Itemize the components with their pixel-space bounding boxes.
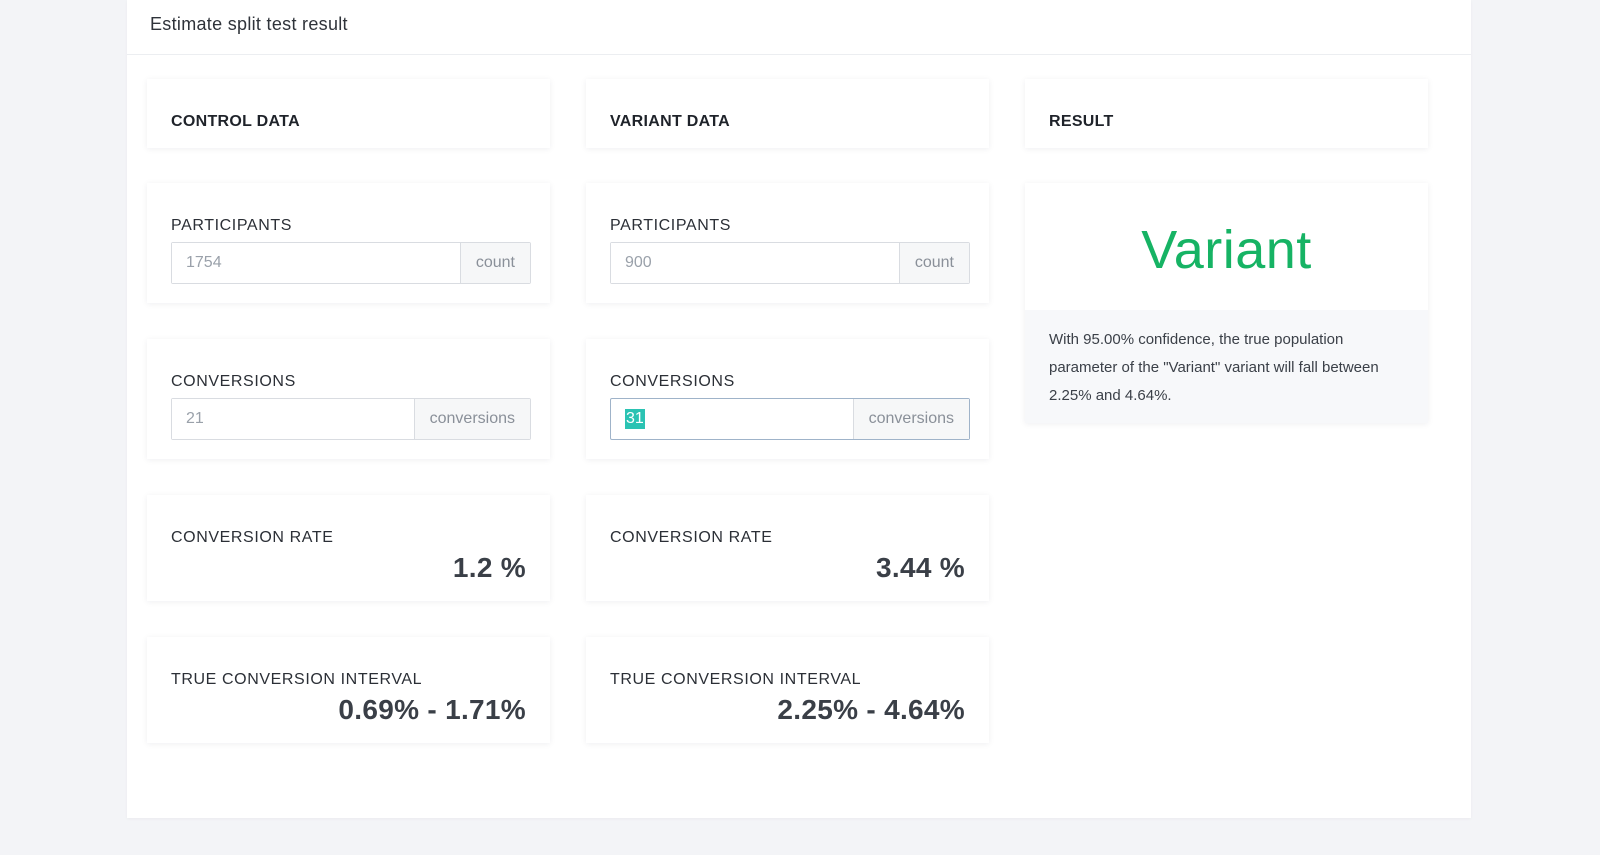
control-participants-label: PARTICIPANTS [171, 217, 292, 234]
control-participants-card: PARTICIPANTS count [147, 183, 550, 303]
variant-participants-card: PARTICIPANTS count [586, 183, 989, 303]
control-interval-card: TRUE CONVERSION INTERVAL 0.69% - 1.71% [147, 637, 550, 743]
control-conversions-unit: conversions [413, 399, 530, 439]
variant-participants-label: PARTICIPANTS [610, 217, 731, 234]
control-conversions-group: conversions [171, 398, 531, 440]
variant-participants-unit: count [898, 243, 969, 283]
control-conversions-card: CONVERSIONS conversions [147, 339, 550, 459]
control-data-heading: CONTROL DATA [171, 113, 300, 130]
result-card: Variant With 95.00% confidence, the true… [1025, 183, 1428, 423]
control-conversions-input[interactable] [172, 399, 414, 439]
control-participants-input[interactable] [172, 243, 460, 283]
control-conversions-label: CONVERSIONS [171, 373, 296, 390]
variant-conversions-card: CONVERSIONS 31 conversions [586, 339, 989, 459]
variant-interval-card: TRUE CONVERSION INTERVAL 2.25% - 4.64% [586, 637, 989, 743]
variant-participants-input[interactable] [611, 243, 899, 283]
variant-conversions-unit: conversions [852, 399, 969, 439]
control-interval-value: 0.69% - 1.71% [338, 694, 526, 725]
page-title: Estimate split test result [150, 14, 348, 34]
control-data-header-card: CONTROL DATA [147, 79, 550, 148]
variant-conversions-input[interactable]: 31 [611, 399, 853, 439]
variant-conversions-group: 31 conversions [610, 398, 970, 440]
variant-participants-group: count [610, 242, 970, 284]
result-heading: RESULT [1049, 113, 1114, 130]
variant-conversions-selected-text: 31 [625, 409, 645, 429]
variant-interval-value: 2.25% - 4.64% [777, 694, 965, 725]
result-winner: Variant [1141, 220, 1312, 280]
control-participants-unit: count [459, 243, 530, 283]
variant-conversion-rate-label: CONVERSION RATE [610, 529, 773, 546]
variant-conversions-label: CONVERSIONS [610, 373, 735, 390]
variant-conversion-rate-card: CONVERSION RATE 3.44 % [586, 495, 989, 601]
split-test-panel: Estimate split test result CONTROL DATA … [127, 0, 1471, 818]
panel-header: Estimate split test result [127, 0, 1471, 55]
control-conversion-rate-card: CONVERSION RATE 1.2 % [147, 495, 550, 601]
control-conversion-rate-label: CONVERSION RATE [171, 529, 334, 546]
result-description: With 95.00% confidence, the true populat… [1025, 310, 1428, 423]
variant-data-header-card: VARIANT DATA [586, 79, 989, 148]
footer-strip [0, 855, 1600, 863]
variant-data-heading: VARIANT DATA [610, 113, 731, 130]
variant-conversion-rate-value: 3.44 % [876, 552, 965, 583]
control-conversion-rate-value: 1.2 % [452, 552, 526, 583]
result-header-card: RESULT [1025, 79, 1428, 148]
variant-interval-label: TRUE CONVERSION INTERVAL [610, 671, 862, 688]
control-participants-group: count [171, 242, 531, 284]
control-interval-label: TRUE CONVERSION INTERVAL [171, 671, 423, 688]
